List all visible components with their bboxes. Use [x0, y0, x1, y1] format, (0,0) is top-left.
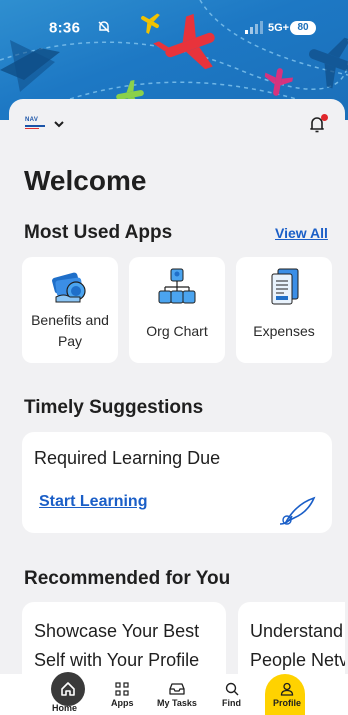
apps-grid-icon — [115, 682, 129, 696]
app-label: Benefits and Pay — [31, 312, 109, 349]
card-line: People Netv — [250, 650, 345, 670]
person-icon — [280, 682, 294, 696]
most-used-apps-title: Most Used Apps — [24, 222, 173, 243]
required-learning-card[interactable]: Required Learning Due Start Learning — [22, 432, 332, 533]
card-title: Required Learning Due — [34, 448, 221, 468]
network-type: 5G+ — [268, 22, 290, 34]
search-icon — [225, 682, 238, 696]
nav-label: Find — [222, 698, 241, 708]
nav-label: Profile — [273, 698, 302, 708]
top-bar: NAV — [25, 113, 335, 141]
nav-apps[interactable]: Apps — [111, 682, 134, 708]
home-content: NAV Welcome Most Used Apps View All Bene… — [9, 99, 345, 715]
nav-label: Home — [52, 703, 78, 713]
recommended-title: Recommended for You — [24, 568, 231, 589]
nav-home[interactable]: Home — [52, 701, 77, 713]
battery-indicator: 80 — [290, 21, 316, 35]
chevron-down-icon[interactable] — [53, 119, 65, 129]
quill-pen-icon — [279, 496, 316, 525]
app-card-expenses[interactable]: Expenses — [236, 257, 332, 363]
card-line: Showcase Your Best — [34, 621, 200, 641]
view-all-link[interactable]: View All — [275, 225, 328, 241]
welcome-heading: Welcome — [24, 165, 147, 196]
company-logo[interactable]: NAV — [25, 117, 47, 133]
app-label: Org Chart — [146, 322, 208, 339]
nav-find[interactable]: Find — [222, 682, 241, 708]
app-card-org-chart[interactable]: Org Chart — [129, 257, 225, 363]
org-chart-icon — [158, 268, 196, 304]
signal-icon — [245, 21, 263, 34]
benefits-icon — [52, 272, 86, 303]
bell-off-icon — [98, 21, 110, 33]
start-learning-link[interactable]: Start Learning — [39, 493, 147, 511]
card-line: Understand — [250, 621, 344, 641]
home-icon — [61, 682, 75, 696]
logo-text: NAV — [25, 117, 39, 123]
inbox-icon — [169, 683, 185, 695]
nav-label: Apps — [111, 698, 134, 708]
status-time: 8:36 — [49, 19, 81, 37]
timely-suggestions-title: Timely Suggestions — [24, 397, 204, 418]
status-bar: 8:36 5G+ 80 — [0, 0, 348, 40]
nav-my-tasks[interactable]: My Tasks — [157, 682, 197, 708]
expenses-icon — [271, 268, 299, 305]
notification-dot — [321, 114, 328, 121]
card-line: Self with Your Profile — [34, 650, 200, 670]
nav-profile[interactable]: Profile — [273, 682, 301, 708]
nav-label: My Tasks — [157, 698, 197, 708]
app-label: Expenses — [253, 322, 315, 339]
app-card-benefits[interactable]: Benefits and Pay — [22, 257, 118, 363]
